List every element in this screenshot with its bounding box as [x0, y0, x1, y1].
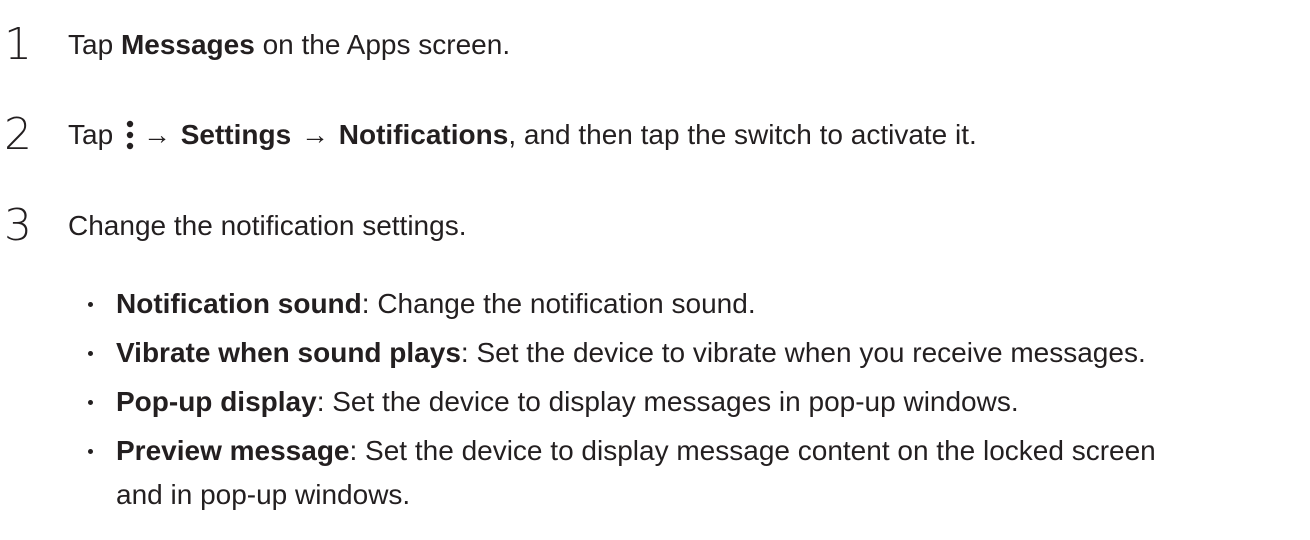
bullet-icon [88, 351, 93, 356]
step-text-pre: Tap [68, 29, 121, 60]
more-options-icon [126, 120, 134, 149]
bullet-term: Vibrate when sound plays [116, 337, 461, 368]
bullet-text: Notification sound: Change the notificat… [116, 282, 1306, 326]
bullet-text: Pop-up display: Set the device to displa… [116, 380, 1306, 424]
step-number: 1 [4, 19, 32, 70]
step-bold-term: Messages [120, 29, 255, 60]
bullet-description: : Set the device to vibrate when you rec… [460, 337, 1146, 368]
bullet-description: : Set the device to display message cont… [349, 435, 1156, 466]
step-bold-term: Notifications [338, 119, 509, 150]
bullet-term: Pop-up display [116, 386, 317, 417]
bullet-text: Vibrate when sound plays: Set the device… [116, 331, 1306, 375]
step-text: Change the notification settings. [68, 210, 467, 241]
step-text-post: on the Apps screen. [254, 29, 511, 60]
bullet-continuation: and in pop-up windows. [116, 479, 411, 510]
bullet-text: Preview message: Set the device to displ… [116, 429, 1306, 473]
bullet-term: Notification sound [116, 288, 362, 319]
list-item: Notification sound: Change the notificat… [0, 282, 1310, 331]
step-text-post: , and then tap the switch to activate it… [508, 119, 977, 150]
step-text-pre: Tap [68, 119, 121, 150]
bullet-icon [88, 400, 93, 405]
bullet-description: : Set the device to display messages in … [316, 386, 1019, 417]
bullet-description: : Change the notification sound. [361, 288, 756, 319]
step-number: 2 [4, 109, 32, 160]
arrow-glyph: → [142, 119, 171, 150]
list-item: Pop-up display: Set the device to displa… [0, 380, 1310, 429]
list-item: Preview message: Set the device to displ… [0, 429, 1310, 521]
arrow-glyph: → [300, 119, 329, 150]
bullet-icon [88, 302, 93, 307]
step-number: 3 [4, 200, 32, 251]
step-text: Tap → Settings → Notifications, and then… [68, 110, 977, 160]
bullet-term: Preview message [116, 435, 350, 466]
instruction-page: 1 Tap Messages on the Apps screen. 2 Tap… [0, 0, 1310, 540]
step-text: Tap Messages on the Apps screen. [68, 20, 510, 70]
step-bold-term: Settings [180, 119, 292, 150]
settings-bullet-list: Notification sound: Change the notificat… [0, 282, 1310, 521]
bullet-icon [88, 449, 93, 454]
list-item: Vibrate when sound plays: Set the device… [0, 331, 1310, 380]
